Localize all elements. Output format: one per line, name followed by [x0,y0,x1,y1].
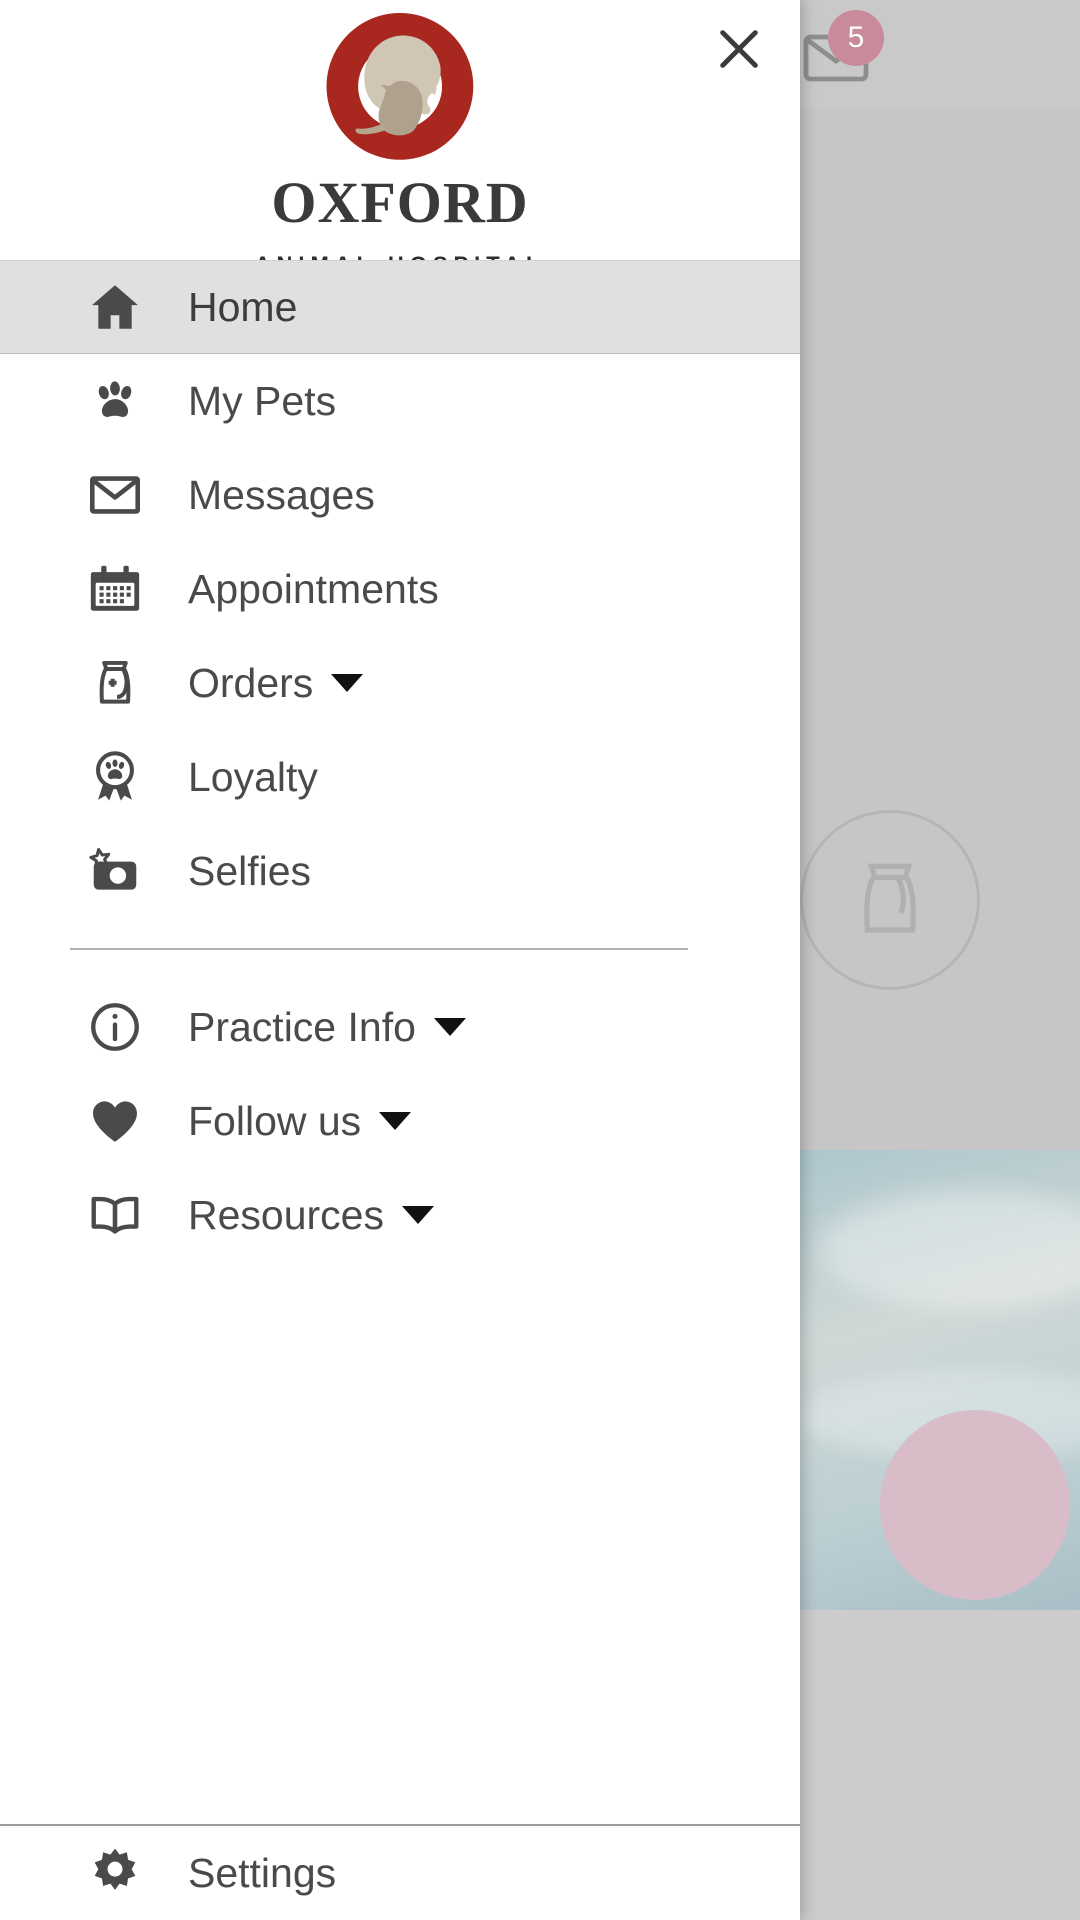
nav-label: Appointments [188,565,439,612]
app-screen: 5 OXFORD ANIMAL HOSPITAL [0,0,1080,1920]
chevron-down-icon[interactable] [433,1018,466,1036]
close-drawer-button[interactable] [696,6,782,92]
heart-icon [84,1090,146,1152]
nav-item-loyalty[interactable]: Loyalty [0,730,800,824]
nav-item-follow-us[interactable]: Follow us [0,1074,800,1168]
nav-item-home[interactable]: Home [0,260,800,354]
nav-label: Loyalty [188,753,318,800]
brand-name: OXFORD [271,170,529,235]
drawer-footer: Settings [0,1824,800,1920]
nav-label: My Pets [188,377,337,424]
nav-label: Resources [188,1191,384,1238]
navigation-drawer: OXFORD ANIMAL HOSPITAL Home [0,0,800,1920]
nav-label: Follow us [188,1097,362,1144]
home-icon [84,276,146,338]
info-circle-icon [84,996,146,1058]
award-paw-icon [84,746,146,808]
nav-divider [70,948,688,950]
nav-label: Messages [188,471,375,518]
background-food-bag-icon [845,845,935,955]
book-icon [84,1184,146,1246]
chevron-down-icon[interactable] [401,1206,434,1224]
nav-item-settings[interactable]: Settings [0,1826,800,1920]
nav-item-resources[interactable]: Resources [0,1168,800,1262]
background-circle-accent [880,1410,1070,1600]
camera-star-icon [84,840,146,902]
chevron-down-icon[interactable] [379,1112,412,1130]
gear-icon [84,1842,146,1904]
nav-item-appointments[interactable]: Appointments [0,542,800,636]
nav-item-my-pets[interactable]: My Pets [0,354,800,448]
inbox-badge: 5 [828,10,884,66]
calendar-icon [84,558,146,620]
drawer-header: OXFORD ANIMAL HOSPITAL [0,0,800,277]
nav-item-messages[interactable]: Messages [0,448,800,542]
nav-label: Selfies [188,847,312,894]
nav-label: Home [188,283,298,330]
nav-item-orders[interactable]: Orders [0,636,800,730]
nav-label: Practice Info [188,1003,416,1050]
nav-item-selfies[interactable]: Selfies [0,824,800,918]
oxford-pet-logo-icon [312,6,488,172]
nav-item-practice-info[interactable]: Practice Info [0,980,800,1074]
nav-label: Settings [188,1849,337,1896]
food-bag-icon [84,652,146,714]
mail-icon [84,464,146,526]
drawer-nav: Home My Pets Messages Appointments Order… [0,260,800,1824]
nav-label: Orders [188,659,314,706]
paw-icon [84,370,146,432]
chevron-down-icon[interactable] [331,674,364,692]
